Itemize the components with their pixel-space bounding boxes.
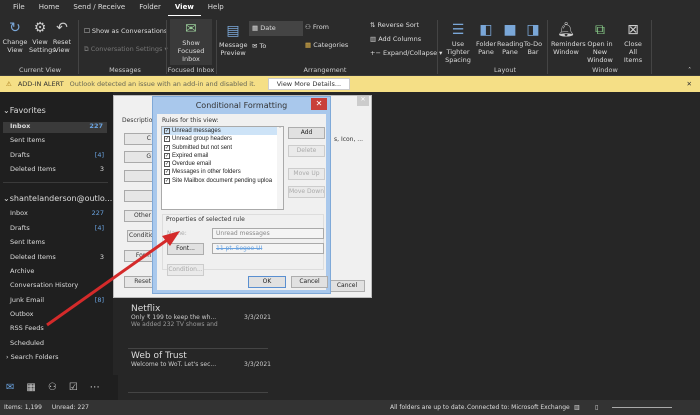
red-arrow-annotation (46, 231, 180, 327)
